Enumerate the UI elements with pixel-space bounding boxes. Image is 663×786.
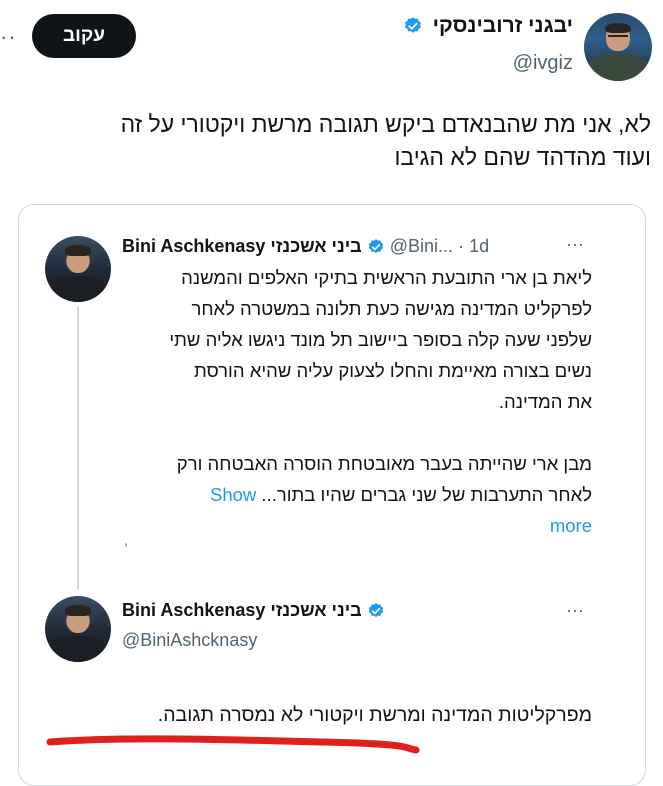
quote-author-name-he[interactable]: ביני אשכנזי bbox=[270, 600, 361, 620]
author-name[interactable]: יבגני זרובינסקי bbox=[433, 14, 573, 37]
stray-mark: , bbox=[124, 532, 128, 548]
show-more-link-cont[interactable]: more bbox=[122, 510, 592, 541]
quote-author-name-en[interactable]: Bini Aschkenasy bbox=[122, 236, 265, 256]
quote-more-options-icon[interactable]: ··· bbox=[566, 600, 584, 621]
quote-text-line: את המדינה. bbox=[498, 391, 592, 412]
quote-avatar[interactable] bbox=[45, 236, 111, 302]
red-underline-annotation bbox=[46, 735, 420, 754]
quote-body: מפרקליטות המדינה ומרשת ויקטורי לא נמסרה … bbox=[157, 704, 592, 726]
author-name-row: יבגני זרובינסקי bbox=[293, 14, 573, 44]
quote-more-options-icon[interactable]: ··· bbox=[566, 234, 584, 255]
quote-body: ליאת בן ארי התובעת הראשית בתיקי האלפים ו… bbox=[122, 262, 592, 541]
author-handle[interactable]: @ivgiz bbox=[513, 52, 573, 75]
follow-button[interactable]: עקוב bbox=[32, 14, 136, 58]
quote-handle[interactable]: @Bini... bbox=[390, 236, 453, 256]
more-options-icon[interactable]: ·· bbox=[0, 24, 17, 50]
verified-badge-icon bbox=[368, 239, 383, 254]
quote-timestamp[interactable]: 1d bbox=[469, 236, 489, 256]
quote-text-line: ליאת בן ארי התובעת הראשית בתיקי האלפים ו… bbox=[181, 267, 592, 288]
thread-connector-line bbox=[77, 306, 79, 590]
tweet-text: לא, אני מת שהבנאדם ביקש תגובה מרשת ויקטו… bbox=[11, 108, 651, 174]
quote-author-name-en[interactable]: Bini Aschkenasy bbox=[122, 600, 265, 620]
verified-badge-icon bbox=[404, 17, 421, 34]
quote-text-line: לפרקליט המדינה מגישה כעת תלונה במשטרה לא… bbox=[191, 298, 592, 319]
quote-header: Bini Aschkenasy ביני אשכנזי @Bini... · 1… bbox=[122, 236, 602, 262]
quote-text-line: נשים בצורה מאיימת והחלו לצעוק עליה שהיא … bbox=[193, 360, 592, 381]
quote-text-fragment: לאחר התערבות של שני גברים שהיו בתור... bbox=[261, 484, 592, 505]
tweet-text-line: ועוד מהדהד שהם לא הגיבו bbox=[394, 144, 651, 170]
quote-author-name-he[interactable]: ביני אשכנזי bbox=[270, 236, 361, 256]
quote-text-line: מבן ארי שהייתה בעבר מאובטחת הוסרה האבטחה… bbox=[176, 453, 592, 474]
separator-dot: · bbox=[458, 236, 465, 256]
quote-handle[interactable]: @BiniAshcknasy bbox=[122, 630, 257, 651]
show-more-link[interactable]: Show bbox=[210, 484, 256, 505]
quote-text-line: שלפני שעה קלה בסופר ביישוב תל מונד ניגשו… bbox=[169, 329, 592, 350]
quote-avatar[interactable] bbox=[45, 596, 111, 662]
quote-header: Bini Aschkenasy ביני אשכנזי bbox=[122, 600, 562, 626]
quote-text-line: לאחר התערבות של שני גברים שהיו בתור... S… bbox=[122, 479, 592, 510]
author-avatar[interactable] bbox=[584, 13, 652, 81]
verified-badge-icon bbox=[368, 603, 383, 618]
tweet-text-line: לא, אני מת שהבנאדם ביקש תגובה מרשת ויקטו… bbox=[120, 111, 651, 137]
